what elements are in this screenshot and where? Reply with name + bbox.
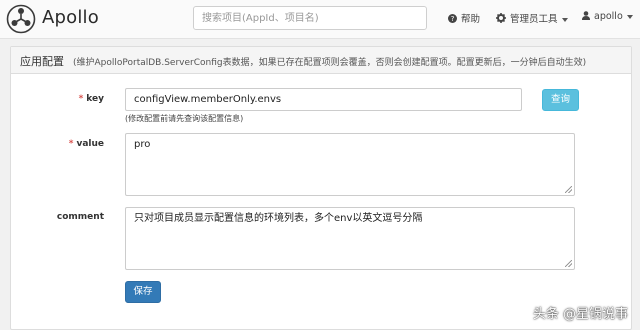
- question-circle-icon: ?: [448, 14, 457, 25]
- value-label: value: [76, 139, 104, 149]
- user-icon: [582, 11, 590, 22]
- caret-down-icon: [561, 17, 568, 22]
- brand-name[interactable]: Apollo: [42, 7, 99, 28]
- help-link[interactable]: ? 帮助: [448, 11, 480, 25]
- query-button[interactable]: 查询: [542, 89, 579, 111]
- svg-text:?: ?: [451, 14, 455, 23]
- comment-textarea[interactable]: 只对项目成员显示配置信息的环境列表，多个env以英文逗号分隔: [125, 207, 575, 270]
- value-label-wrap: * value: [24, 139, 104, 149]
- search-input[interactable]: [193, 6, 427, 30]
- required-star: *: [68, 139, 74, 149]
- resize-handle-icon[interactable]: [565, 186, 572, 193]
- value-textarea[interactable]: pro: [125, 133, 575, 196]
- key-label-wrap: * key: [24, 94, 104, 104]
- gear-icon: [496, 13, 506, 25]
- key-input[interactable]: configView.memberOnly.envs: [125, 88, 522, 111]
- admin-tools-label: 管理员工具: [510, 14, 558, 25]
- resize-handle-icon[interactable]: [565, 260, 572, 267]
- panel-subtitle: (维护ApolloPortalDB.ServerConfig表数据，如果已存在配…: [73, 58, 587, 68]
- user-label: apollo: [594, 11, 623, 22]
- admin-tools-menu[interactable]: 管理员工具: [496, 11, 568, 25]
- required-star: *: [78, 94, 84, 104]
- comment-text: 只对项目成员显示配置信息的环境列表，多个env以英文逗号分隔: [134, 213, 423, 224]
- panel-title: 应用配置: [20, 55, 64, 68]
- caret-down-icon: [626, 14, 633, 19]
- value-text: pro: [134, 139, 151, 150]
- save-button[interactable]: 保存: [125, 281, 161, 303]
- comment-label-wrap: comment: [24, 212, 104, 222]
- server-config-panel: 应用配置 (维护ApolloPortalDB.ServerConfig表数据，如…: [10, 46, 632, 330]
- key-label: key: [86, 94, 104, 104]
- help-label: 帮助: [461, 14, 481, 25]
- key-hint: (修改配置前请先查询该配置信息): [125, 114, 244, 123]
- panel-heading: 应用配置 (维护ApolloPortalDB.ServerConfig表数据，如…: [11, 47, 631, 74]
- comment-label: comment: [56, 212, 104, 222]
- user-menu[interactable]: apollo: [582, 11, 633, 22]
- top-navbar: Apollo ? 帮助 管理员工具: [0, 0, 640, 39]
- watermark-text: 头条 @星锅说事: [532, 307, 628, 322]
- apollo-logo-icon[interactable]: [6, 4, 36, 34]
